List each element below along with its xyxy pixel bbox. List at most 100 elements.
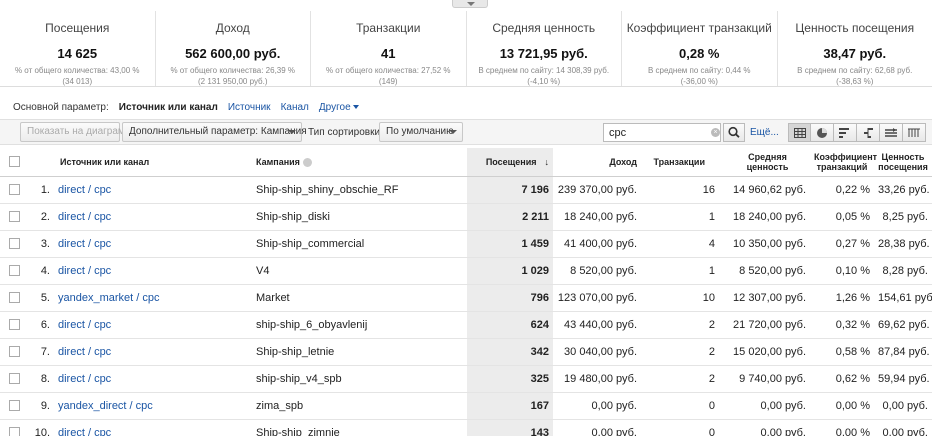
view-performance-button[interactable] — [834, 123, 857, 142]
row-avg-value: 14 960,62 руб. — [725, 176, 810, 204]
table-row: 4. direct / cpc V4 1 029 8 520,00 руб. 1 8 520… — [0, 257, 932, 285]
view-pie-button[interactable] — [811, 123, 834, 142]
row-index: 9. — [28, 392, 54, 420]
table-row: 9. yandex_direct / cpc zima_spb 167 0,00 руб… — [0, 392, 932, 420]
row-campaign: Market — [252, 284, 467, 312]
collapse-summary-toggle[interactable] — [452, 0, 488, 8]
row-per-visit-value: 28,38 руб. — [874, 230, 932, 258]
row-source-medium[interactable]: yandex_market / cpc — [54, 284, 252, 312]
row-per-visit-value: 69,62 руб. — [874, 311, 932, 339]
row-source-medium[interactable]: direct / cpc — [54, 311, 252, 339]
chevron-down-icon — [288, 130, 296, 134]
dimension-source[interactable]: Источник — [228, 102, 271, 113]
avg-value-header-line1: Средняя — [748, 151, 787, 162]
table-row: 8. direct / cpc ship-ship_v4_spb 325 19 480,… — [0, 365, 932, 393]
row-source-medium[interactable]: direct / cpc — [54, 419, 252, 436]
chevron-down-icon — [449, 130, 457, 134]
row-source-medium[interactable]: direct / cpc — [54, 176, 252, 204]
metric-share: % от общего количества: 43,00 % — [14, 66, 140, 75]
visits-header[interactable]: Посещения ↓ — [467, 148, 553, 177]
dimension-other-dropdown[interactable]: Другое — [319, 102, 359, 113]
help-icon[interactable] — [302, 157, 312, 167]
chevron-down-icon — [352, 105, 359, 110]
table-view-switcher — [788, 123, 926, 142]
row-source-medium[interactable]: direct / cpc — [54, 257, 252, 285]
row-checkbox[interactable] — [8, 211, 20, 223]
metric-per-visit-value: Ценность посещения 38,47 руб. В среднем … — [778, 11, 932, 86]
row-per-visit-value: 8,28 руб. — [874, 257, 932, 285]
row-checkbox[interactable] — [8, 292, 20, 304]
table-row: 3. direct / cpc Ship-ship_commercial 1 459 4… — [0, 230, 932, 258]
source-medium-header[interactable]: Источник или канал — [54, 148, 252, 177]
per-visit-value-header[interactable]: Ценность посещения — [874, 148, 932, 177]
row-transactions: 1 — [641, 257, 725, 285]
row-index: 1. — [28, 176, 54, 204]
row-checkbox-cell — [0, 365, 28, 393]
search-button[interactable] — [723, 123, 745, 142]
sort-type-label: Тип сортировки: — [308, 127, 383, 138]
row-transactions: 1 — [641, 203, 725, 231]
row-transactions: 0 — [641, 392, 725, 420]
row-source-medium[interactable]: direct / cpc — [54, 203, 252, 231]
view-table-button[interactable] — [788, 123, 811, 142]
dimension-channel[interactable]: Канал — [281, 102, 309, 113]
metric-title: Доход — [215, 21, 250, 35]
metric-share: В среднем по сайту: 0,44 % — [647, 66, 751, 75]
metric-total: (2 131 950,00 руб.) — [197, 77, 268, 86]
row-checkbox[interactable] — [8, 184, 20, 196]
row-checkbox[interactable] — [8, 373, 20, 385]
row-transactions: 10 — [641, 284, 725, 312]
table-search-input[interactable] — [603, 123, 721, 142]
metric-title: Посещения — [45, 21, 110, 35]
sort-type-dropdown[interactable]: По умолчанию — [379, 122, 463, 142]
select-all-checkbox[interactable] — [8, 156, 20, 168]
row-source-medium[interactable]: direct / cpc — [54, 365, 252, 393]
row-checkbox[interactable] — [8, 319, 20, 331]
secondary-dimension-dropdown[interactable]: Дополнительный параметр: Кампания — [122, 122, 307, 142]
primary-dimension-bar: Основной параметр: Источник или канал Ис… — [13, 102, 359, 113]
avg-value-header[interactable]: Средняя ценность — [725, 148, 810, 177]
plot-rows-button[interactable]: Показать на диаграмме — [20, 122, 137, 142]
metric-total: (149) — [378, 77, 398, 86]
view-comparison-button[interactable] — [857, 123, 880, 142]
row-revenue: 41 400,00 руб. — [553, 230, 641, 258]
transactions-header[interactable]: Транзакции — [641, 148, 725, 177]
metric-title: Средняя ценность — [492, 21, 596, 35]
row-checkbox[interactable] — [8, 265, 20, 277]
conversion-rate-header-line2: транзакций — [816, 161, 868, 172]
row-per-visit-value: 0,00 руб. — [874, 419, 932, 436]
row-campaign: ship-ship_v4_spb — [252, 365, 467, 393]
row-source-medium[interactable]: direct / cpc — [54, 230, 252, 258]
row-campaign: ship-ship_6_obyavlenij — [252, 311, 467, 339]
row-campaign: Ship-ship_letnie — [252, 338, 467, 366]
view-term-cloud-button[interactable] — [880, 123, 903, 142]
row-checkbox[interactable] — [8, 346, 20, 358]
row-source-medium[interactable]: direct / cpc — [54, 338, 252, 366]
campaign-header[interactable]: Кампания — [252, 148, 467, 177]
row-checkbox[interactable] — [8, 427, 20, 436]
search-icon — [728, 126, 740, 138]
row-checkbox-cell — [0, 230, 28, 258]
row-conversion-rate: 0,22 % — [810, 176, 874, 204]
dimension-source-medium[interactable]: Источник или канал — [119, 102, 218, 113]
row-revenue: 0,00 руб. — [553, 392, 641, 420]
row-checkbox[interactable] — [8, 400, 20, 412]
conversion-rate-header[interactable]: Коэффициент транзакций — [810, 148, 878, 177]
row-index: 10. — [28, 419, 54, 436]
row-transactions: 0 — [641, 419, 725, 436]
advanced-filter-link[interactable]: Ещё... — [750, 127, 779, 138]
metric-conversion-rate: Коэффициент транзакций 0,28 % В среднем … — [622, 11, 778, 86]
metric-avg-value: Средняя ценность 13 721,95 руб. В средне… — [467, 11, 622, 86]
row-per-visit-value: 0,00 руб. — [874, 392, 932, 420]
row-source-medium[interactable]: yandex_direct / cpc — [54, 392, 252, 420]
row-checkbox[interactable] — [8, 238, 20, 250]
conversion-rate-header-line1: Коэффициент — [814, 151, 878, 162]
revenue-header[interactable]: Доход — [553, 148, 641, 177]
row-visits: 7 196 — [467, 176, 553, 204]
view-pivot-button[interactable] — [903, 123, 926, 142]
clear-search-icon[interactable]: × — [711, 128, 720, 137]
metric-value: 0,28 % — [679, 46, 720, 61]
row-avg-value: 9 740,00 руб. — [725, 365, 810, 393]
pivot-icon — [885, 127, 897, 137]
row-visits: 1 029 — [467, 257, 553, 285]
